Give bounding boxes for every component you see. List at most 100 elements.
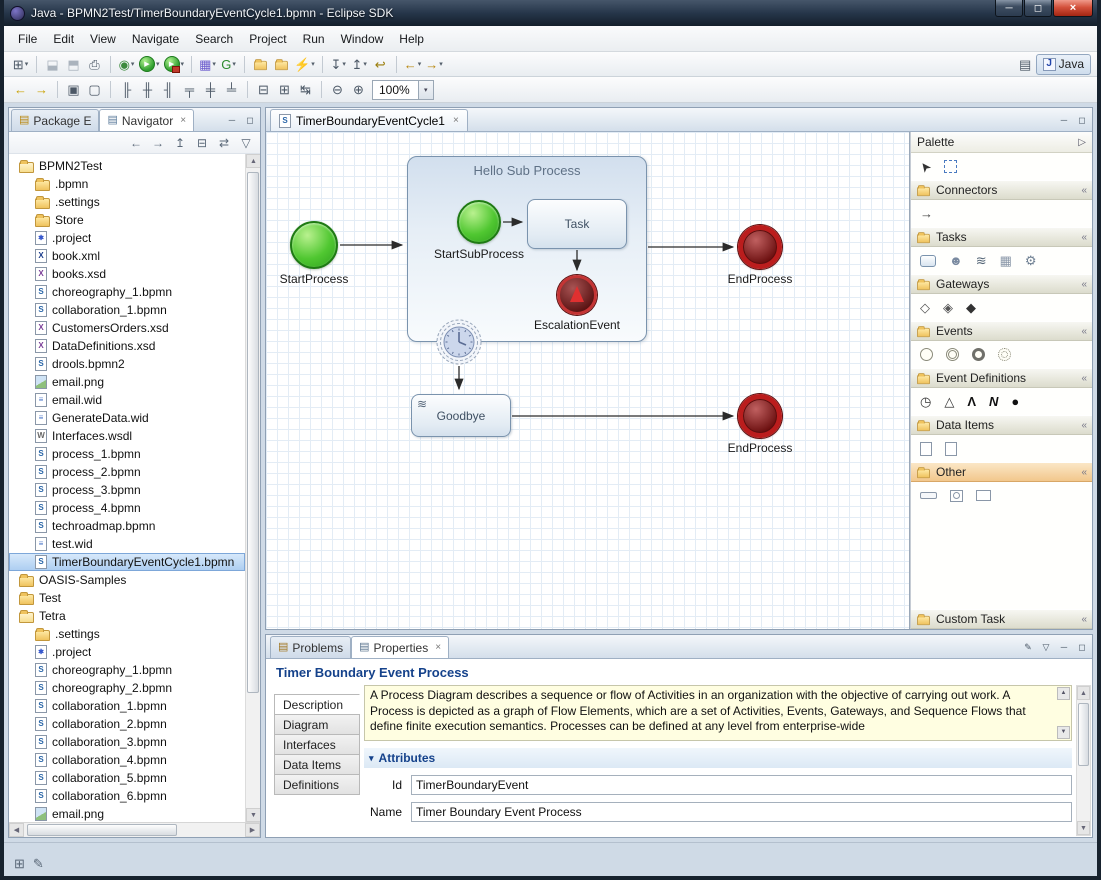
minimize-view-icon[interactable]: ─ — [224, 112, 240, 128]
collapse-all-icon[interactable]: ⊟ — [192, 133, 212, 152]
tree-item[interactable]: .settings — [9, 625, 245, 643]
new-java-project-button[interactable]: ▦▾ — [197, 54, 218, 75]
palette-section-tasks[interactable]: Tasks« — [911, 227, 1092, 247]
scrollbar-thumb[interactable] — [27, 824, 177, 836]
tree-item[interactable]: ≡email.wid — [9, 391, 245, 409]
zoom-level-combo[interactable]: 100%▾ — [372, 80, 434, 100]
diagram-canvas[interactable]: Hello Sub ProcessStartProcessStartSubPro… — [266, 132, 910, 629]
close-tab-icon[interactable]: × — [453, 115, 459, 126]
palette-section-other[interactable]: Other« — [911, 462, 1092, 482]
signal-event-definition-tool[interactable]: △ — [944, 395, 954, 408]
zoom-in-button[interactable]: ⊕ — [348, 79, 369, 100]
maximize-window-button[interactable]: ◻ — [1024, 0, 1052, 17]
menu-navigate[interactable]: Navigate — [124, 28, 187, 50]
process-description-text[interactable]: A Process Diagram describes a sequence o… — [364, 685, 1072, 741]
tree-item[interactable]: OASIS-Samples — [9, 571, 245, 589]
next-annotation-button[interactable]: ↧▾ — [328, 54, 349, 75]
menu-file[interactable]: File — [10, 28, 45, 50]
print-button[interactable]: ⎙ — [84, 54, 105, 75]
menu-project[interactable]: Project — [241, 28, 294, 50]
nav-forward-button[interactable]: → — [31, 79, 52, 100]
escalation-event-definition-tool[interactable]: Λ — [967, 395, 976, 408]
collapse-section-icon[interactable]: « — [1081, 326, 1087, 337]
tree-item[interactable]: Scollaboration_4.bpmn — [9, 751, 245, 769]
close-tab-icon[interactable]: × — [180, 115, 186, 126]
tree-item[interactable]: Sprocess_1.bpmn — [9, 445, 245, 463]
palette-header[interactable]: Palette▷ — [911, 132, 1092, 153]
start-event-node[interactable] — [290, 221, 338, 269]
scroll-left-icon[interactable]: ◀ — [9, 823, 24, 837]
align-top-button[interactable]: ╤ — [179, 79, 200, 100]
align-middle-button[interactable]: ╪ — [200, 79, 221, 100]
collapse-section-icon[interactable]: « — [1081, 373, 1087, 384]
tab-problems[interactable]: ▤Problems — [270, 636, 351, 658]
tree-item[interactable]: Schoreography_2.bpmn — [9, 679, 245, 697]
match-width-button[interactable]: ⊟ — [253, 79, 274, 100]
maximize-editor-icon[interactable]: ◻ — [1074, 112, 1090, 128]
start-event-tool[interactable] — [920, 348, 933, 361]
scroll-down-icon[interactable]: ▼ — [1077, 821, 1090, 835]
collapse-section-icon[interactable]: « — [1081, 185, 1087, 196]
link-editor-icon[interactable]: ⇄ — [214, 133, 234, 152]
palette-section-custom-task[interactable]: Custom Task« — [911, 609, 1092, 629]
palette-section-events[interactable]: Events« — [911, 321, 1092, 341]
intermediate-event-tool[interactable] — [946, 348, 959, 361]
tree-item[interactable]: Scollaboration_1.bpmn — [9, 697, 245, 715]
tree-item[interactable]: ≡GenerateData.wid — [9, 409, 245, 427]
timer-boundary-event-node[interactable] — [436, 319, 482, 365]
palette-section-data-items[interactable]: Data Items« — [911, 415, 1092, 435]
error-event-definition-tool[interactable]: N — [989, 395, 998, 408]
debug-button[interactable]: ◉▾ — [116, 54, 137, 75]
script-task-node[interactable]: ≋Goodbye — [411, 394, 511, 437]
marquee-tool[interactable] — [944, 160, 957, 173]
task-node[interactable]: Task — [527, 199, 627, 249]
collapse-section-icon[interactable]: « — [1081, 614, 1087, 625]
titlebar[interactable]: Java - BPMN2Test/TimerBoundaryEventCycle… — [4, 0, 1097, 26]
tree-item[interactable]: Sdrools.bpmn2 — [9, 355, 245, 373]
tree-item[interactable]: Sprocess_3.bpmn — [9, 481, 245, 499]
save-all-button[interactable]: ⬒ — [63, 54, 84, 75]
start-event-node[interactable] — [457, 200, 501, 244]
view-menu-icon[interactable]: ▽ — [236, 133, 256, 152]
selection-tool[interactable]: ➤ — [916, 157, 935, 175]
tree-item[interactable]: Scollaboration_3.bpmn — [9, 733, 245, 751]
scrollbar-thumb[interactable] — [1078, 703, 1089, 766]
palette-section-gateways[interactable]: Gateways« — [911, 274, 1092, 294]
scroll-right-icon[interactable]: ▶ — [245, 823, 260, 837]
properties-tab-data-items[interactable]: Data Items — [274, 754, 360, 775]
tree-item[interactable]: Scollaboration_5.bpmn — [9, 769, 245, 787]
scroll-up-icon[interactable]: ▲ — [1077, 686, 1090, 700]
data-object-tool[interactable] — [920, 442, 932, 456]
up-icon[interactable]: ↥ — [170, 133, 190, 152]
menu-edit[interactable]: Edit — [45, 28, 82, 50]
tree-item[interactable]: Schoreography_1.bpmn — [9, 661, 245, 679]
tree-item[interactable]: email.png — [9, 373, 245, 391]
run-button[interactable]: ▶▾ — [137, 54, 162, 75]
zoom-out-button[interactable]: ⊖ — [327, 79, 348, 100]
exclusive-gateway-tool[interactable]: ◈ — [943, 301, 953, 314]
tree-item[interactable]: Scollaboration_6.bpmn — [9, 787, 245, 805]
view-menu-icon[interactable]: ▽ — [1038, 639, 1054, 655]
align-left-button[interactable]: ╟ — [116, 79, 137, 100]
tree-item[interactable]: email.png — [9, 805, 245, 822]
tree-item[interactable]: Stechroadmap.bpmn — [9, 517, 245, 535]
align-right-button[interactable]: ╢ — [158, 79, 179, 100]
tree-item[interactable]: .bpmn — [9, 175, 245, 193]
properties-tab-diagram[interactable]: Diagram — [274, 714, 360, 735]
tree-item[interactable]: Scollaboration_2.bpmn — [9, 715, 245, 733]
tree-item[interactable]: .settings — [9, 193, 245, 211]
palette-section-connectors[interactable]: Connectors« — [911, 180, 1092, 200]
data-store-tool[interactable] — [945, 442, 957, 456]
tree-item[interactable]: ✱.project — [9, 229, 245, 247]
back-button[interactable]: ←▾ — [402, 54, 424, 75]
save-button[interactable]: ⬓ — [42, 54, 63, 75]
last-edit-location-button[interactable]: ↩ — [370, 54, 391, 75]
scroll-down-icon[interactable]: ▼ — [1057, 726, 1070, 739]
scroll-down-icon[interactable]: ▼ — [246, 808, 260, 822]
scroll-up-icon[interactable]: ▲ — [1057, 687, 1070, 700]
forward-button[interactable]: →▾ — [423, 54, 445, 75]
scrollbar-thumb[interactable] — [247, 172, 259, 693]
fast-view-icon[interactable]: ⊞ — [14, 856, 25, 872]
group-tool[interactable] — [950, 490, 963, 502]
tree-item[interactable]: Scollaboration_1.bpmn — [9, 301, 245, 319]
